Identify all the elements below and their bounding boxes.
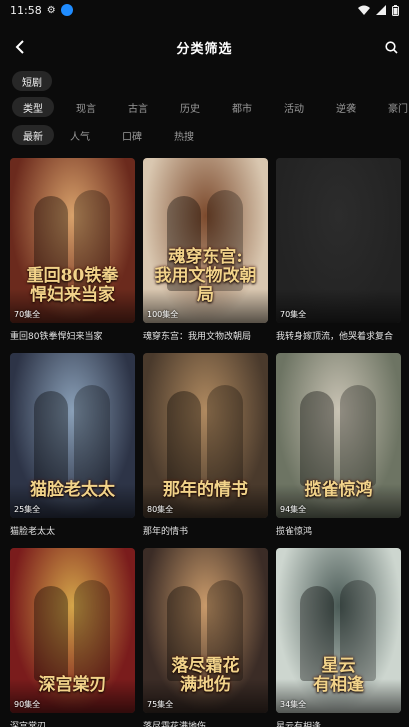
poster-title-text: 那年的情书 (163, 480, 248, 500)
drama-card[interactable]: 70集全我转身嫁顶流，他哭着求复合 (276, 158, 401, 342)
episode-count: 70集全 (14, 310, 41, 319)
battery-icon (392, 4, 399, 16)
poster-title-text: 落尽霜花 满地伤 (171, 656, 240, 695)
episode-count: 100集全 (147, 310, 179, 319)
poster-figure (207, 385, 243, 486)
drama-poster[interactable]: 落尽霜花 满地伤 75集全 (143, 548, 268, 713)
drama-poster[interactable]: 揽雀惊鸿 94集全 (276, 353, 401, 518)
poster-figure (34, 586, 68, 681)
episode-count: 34集全 (280, 700, 307, 709)
settings-status-icon: ⚙ (46, 4, 56, 16)
drama-title[interactable]: 星云有相逢 (276, 719, 401, 727)
filter-chip-genre[interactable]: 逆袭 (320, 97, 372, 117)
poster-figure (300, 391, 334, 486)
drama-poster[interactable]: 那年的情书 80集全 (143, 353, 268, 518)
format-filter-row: 短剧 (0, 70, 409, 92)
genre-filter-row: 类型 现言 古言 历史 都市 活动 逆袭 豪门 (0, 96, 409, 118)
drama-card[interactable]: 重回80铁拳 悍妇来当家 70集全重回80铁拳悍妇来当家 (10, 158, 135, 342)
poster-figure (74, 385, 110, 486)
app-notification-icon (60, 4, 73, 16)
filter-chip-genre[interactable]: 现言 (60, 97, 112, 117)
episode-count: 75集全 (147, 700, 174, 709)
episode-count: 80集全 (147, 505, 174, 514)
chevron-left-icon (15, 40, 24, 54)
poster-title-text: 揽雀惊鸿 (304, 480, 373, 500)
drama-poster[interactable]: 魂穿东宫: 我用文物改朝局 100集全 (143, 158, 268, 323)
drama-card[interactable]: 落尽霜花 满地伤 75集全落尽霜花满地伤 (143, 548, 268, 727)
drama-card[interactable]: 深宫棠刃 90集全 深宫棠刃 (10, 548, 135, 727)
filter-chip-genre[interactable]: 都市 (216, 97, 268, 117)
poster-title-text: 魂穿东宫: 我用文物改朝局 (154, 247, 257, 305)
drama-title[interactable]: 重回80铁拳悍妇来当家 (10, 329, 135, 342)
filter-chip-sort[interactable]: 人气 (54, 125, 106, 145)
drama-title[interactable]: 猫脸老太太 (10, 524, 135, 537)
episode-count: 90集全 (14, 700, 41, 709)
search-icon (384, 40, 398, 54)
poster-title-text: 星云 有相逢 (313, 656, 364, 695)
poster-figure (167, 391, 201, 486)
header: 分类筛选 (0, 34, 409, 60)
signal-icon (376, 5, 386, 15)
poster-figure (340, 385, 376, 486)
drama-title[interactable]: 深宫棠刃 (10, 719, 135, 727)
page-title: 分类筛选 (176, 41, 233, 57)
poster-title-text: 猫脸老太太 (30, 480, 115, 500)
poster-title-text: 深宫棠刃 (38, 675, 107, 695)
poster-title-text: 重回80铁拳 悍妇来当家 (26, 266, 119, 305)
sort-filter-row: 最新 人气 口碑 热搜 (0, 124, 409, 146)
episode-count: 94集全 (280, 505, 307, 514)
search-button[interactable] (379, 34, 403, 60)
drama-poster[interactable]: 重回80铁拳 悍妇来当家 70集全 (10, 158, 135, 323)
poster-figure (74, 580, 110, 681)
episode-count: 25集全 (14, 505, 41, 514)
filter-chip-sort[interactable]: 口碑 (106, 125, 158, 145)
filter-chip-sort[interactable]: 最新 (12, 125, 54, 145)
episode-count: 70集全 (280, 310, 307, 319)
filter-chip-genre[interactable]: 豪门 (372, 97, 409, 117)
drama-grid: 重回80铁拳 悍妇来当家 70集全 重回80铁拳悍妇来当家 魂穿东宫: 我用文物改朝局… (10, 158, 402, 727)
drama-poster[interactable]: 猫脸老太太 25集全 (10, 353, 135, 518)
wifi-icon (358, 5, 370, 15)
status-bar: 11:58 ⚙ (0, 0, 409, 20)
back-button[interactable] (8, 34, 32, 60)
drama-title[interactable]: 魂穿东宫：我用文物改朝局 (143, 329, 268, 342)
drama-card[interactable]: 星云 有相逢 34集全星云有相逢 (276, 548, 401, 727)
filter-chip-genre[interactable]: 古言 (112, 97, 164, 117)
drama-poster[interactable]: 70集全 (276, 158, 401, 323)
filter-chip-genre[interactable]: 历史 (164, 97, 216, 117)
filter-chip-genre[interactable]: 活动 (268, 97, 320, 117)
drama-card[interactable]: 魂穿东宫: 我用文物改朝局 100集全魂穿东宫：我用文物改朝局 (143, 158, 268, 342)
drama-poster[interactable]: 星云 有相逢 34集全 (276, 548, 401, 713)
filter-chip-sort[interactable]: 热搜 (158, 125, 210, 145)
drama-title[interactable]: 落尽霜花满地伤 (143, 719, 268, 727)
drama-card[interactable]: 揽雀惊鸿 94集全 揽雀惊鸿 (276, 353, 401, 537)
drama-card[interactable]: 那年的情书 80集全 那年的情书 (143, 353, 268, 537)
drama-title[interactable]: 我转身嫁顶流，他哭着求复合 (276, 329, 401, 342)
poster-figure (34, 391, 68, 486)
drama-card[interactable]: 猫脸老太太 25集全 猫脸老太太 (10, 353, 135, 537)
filter-chip-genre[interactable]: 类型 (12, 97, 54, 117)
filter-chip-format[interactable]: 短剧 (12, 71, 52, 91)
drama-poster[interactable]: 深宫棠刃 90集全 (10, 548, 135, 713)
drama-title[interactable]: 那年的情书 (143, 524, 268, 537)
drama-title[interactable]: 揽雀惊鸿 (276, 524, 401, 537)
status-time: 11:58 (10, 3, 42, 17)
